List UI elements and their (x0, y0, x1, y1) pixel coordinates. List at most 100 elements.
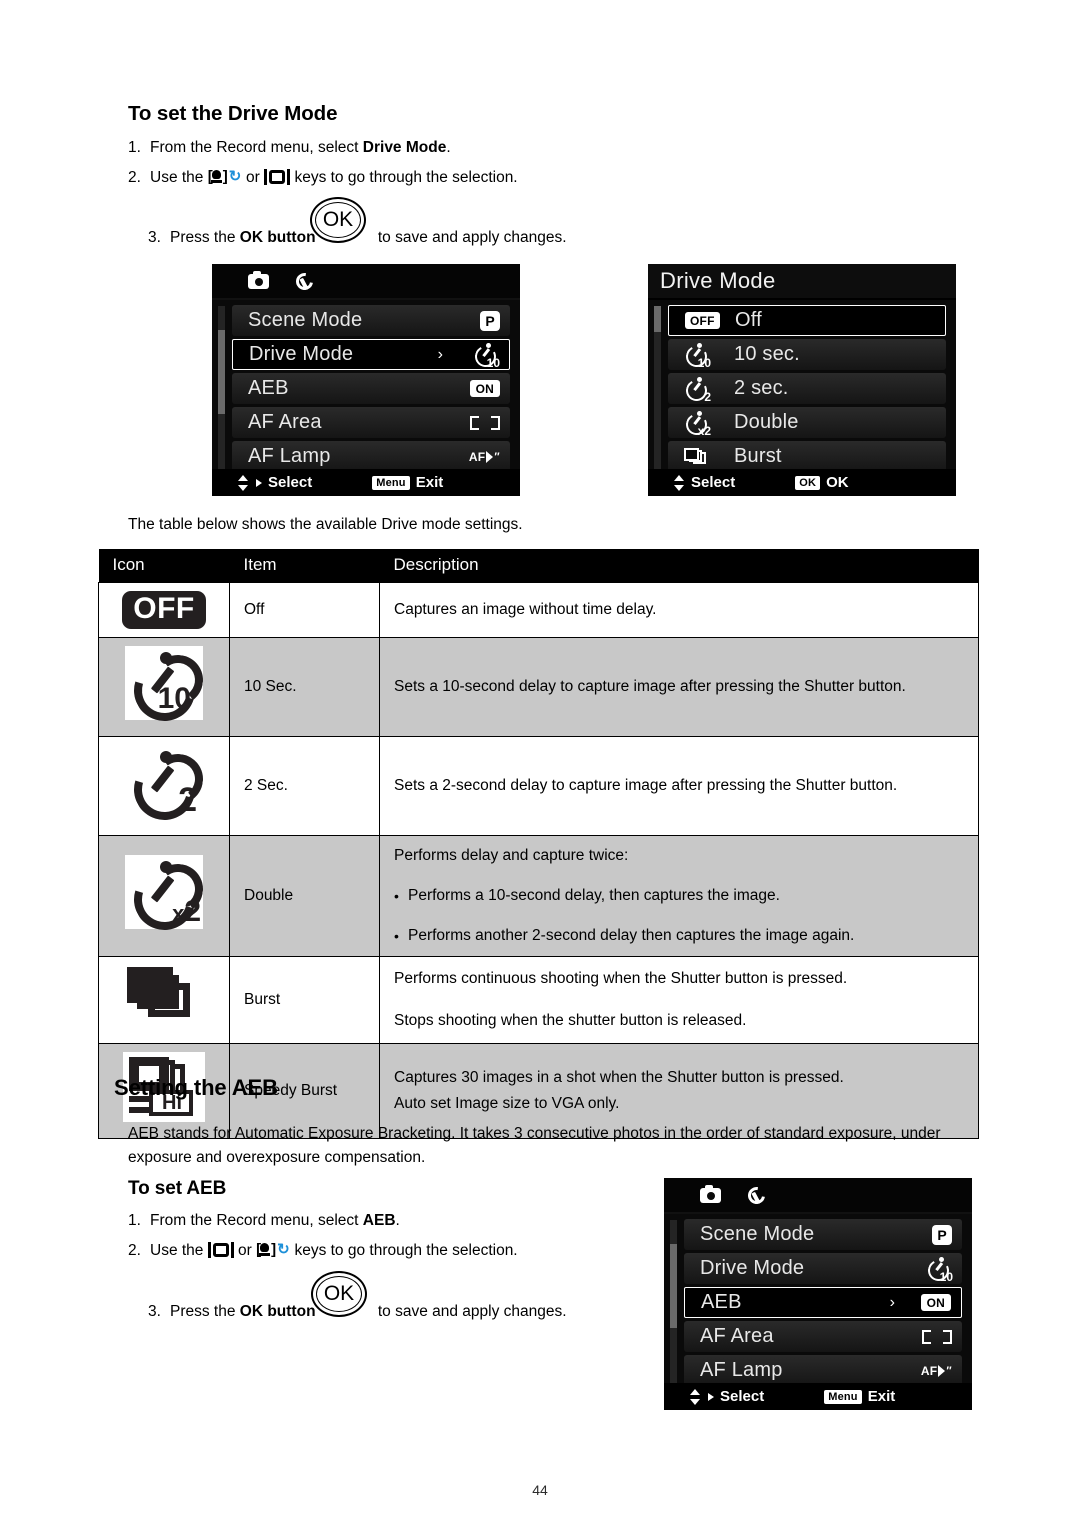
menu-item-scene-mode[interactable]: Scene Mode (684, 1219, 962, 1250)
page-number: 44 (532, 1482, 548, 1498)
options-footer: Select OK OK (648, 469, 956, 496)
menu-item-label: AF Lamp (700, 1359, 783, 1381)
step-text-mid: or (241, 169, 265, 186)
drive-mode-options-screenshot: Drive Mode OFF Off 10 10 sec. 2 2 sec. x… (648, 264, 956, 496)
menu-item-af-area[interactable]: AF Area (684, 1321, 962, 1352)
option-icon: 2 (683, 376, 724, 404)
menu-item-label: AF Area (248, 411, 322, 433)
column-header-description: Description (379, 549, 979, 583)
desc-line: Sets a 2-second delay to capture image a… (394, 777, 898, 794)
option-off[interactable]: OFF Off (668, 305, 946, 336)
footer-exit-group: Menu Exit (824, 1388, 895, 1405)
table-row: 2 2 Sec. Sets a 2-second delay to captur… (98, 736, 979, 836)
step-emphasis: AEB (362, 1212, 396, 1229)
footer-exit-label: Exit (867, 1388, 896, 1405)
desc-line: Sets a 10-second delay to capture image … (394, 678, 906, 695)
menu-footer: Select Menu Exit (212, 469, 520, 496)
options-scrollbar[interactable] (654, 306, 661, 472)
option-burst[interactable]: Burst (668, 441, 946, 472)
right-arrow-icon (708, 1392, 714, 1401)
step-number: 2. (128, 1242, 141, 1259)
menu-button-badge: Menu (824, 1389, 862, 1404)
burst-icon (124, 965, 204, 1027)
menu-item-label: Drive Mode (700, 1257, 805, 1279)
menu-scrollbar[interactable] (670, 1220, 677, 1386)
row-item: 10 Sec. (229, 637, 380, 737)
option-icon: OFF (685, 312, 725, 329)
drive-mode-table: Icon Item Description OFF Off Captures a… (98, 549, 979, 1139)
row-item: Burst (229, 956, 380, 1044)
display-key-icon (207, 1242, 234, 1258)
menu-scrollbar[interactable] (218, 306, 225, 472)
option-double[interactable]: x2 Double (668, 407, 946, 438)
menu-item-label: AEB (248, 377, 289, 399)
options-rows: OFF Off 10 10 sec. 2 2 sec. x2 Double Bu… (668, 305, 946, 472)
menu-item-scene-mode[interactable]: Scene Mode (232, 305, 510, 336)
menu-item-value (458, 310, 500, 331)
menu-item-drive-mode[interactable]: Drive Mode › 10 (232, 339, 510, 370)
menu-item-aeb[interactable]: AEB ON (232, 373, 510, 404)
desc-bullet: Performs a 10-second delay, then capture… (394, 884, 964, 908)
af-area-icon (470, 415, 500, 431)
scrollbar-thumb[interactable] (670, 1244, 677, 1328)
menu-item-value: ON (909, 1294, 951, 1311)
step-number: 3. (148, 1303, 161, 1320)
row-item: 2 Sec. (229, 736, 380, 836)
option-10-sec[interactable]: 10 10 sec. (668, 339, 946, 370)
menu-body: Scene Mode Drive Mode 10 AEB › ON AF Are… (664, 1214, 972, 1390)
drive-step-3: 3. Press the OK button to save and apply … (148, 228, 567, 247)
af-area-icon (922, 1329, 952, 1345)
option-label: Burst (734, 445, 782, 467)
footer-ok-label: OK (826, 474, 849, 491)
timer-x2-icon: x2 (683, 410, 711, 438)
scrollbar-thumb[interactable] (654, 306, 661, 332)
menu-item-af-area[interactable]: AF Area (232, 407, 510, 438)
burst-icon (684, 447, 708, 467)
row-icon-10-sec: 10 (98, 637, 230, 737)
menu-item-value (910, 1329, 952, 1345)
chevron-right-icon: › (437, 345, 443, 363)
menu-item-af-lamp[interactable]: AF Lamp AF ″ (684, 1355, 962, 1386)
wrench-icon[interactable] (745, 1186, 765, 1204)
row-description: Sets a 2-second delay to capture image a… (379, 736, 979, 836)
column-header-icon: Icon (98, 549, 230, 583)
menu-item-label: Scene Mode (700, 1223, 815, 1245)
camera-icon[interactable] (700, 1184, 721, 1203)
menu-tab-bar (664, 1178, 972, 1214)
aeb-paragraph: AEB stands for Automatic Exposure Bracke… (128, 1122, 958, 1170)
scrollbar-thumb[interactable] (218, 330, 225, 414)
option-2-sec[interactable]: 2 2 sec. (668, 373, 946, 404)
af-lamp-icon: AF ″ (468, 449, 500, 464)
af-lamp-icon: AF ″ (920, 1363, 952, 1378)
step-text: Use the (150, 1242, 208, 1259)
off-icon: OFF (122, 591, 206, 629)
menu-item-drive-mode[interactable]: Drive Mode 10 (684, 1253, 962, 1284)
timer-2-icon: 2 (683, 376, 711, 404)
row-icon-off: OFF (98, 582, 230, 638)
row-icon-2-sec: 2 (98, 736, 230, 836)
up-down-arrow-icon (690, 1388, 701, 1405)
step-text-tail: keys to go through the selection. (290, 169, 518, 186)
aeb-step-1: 1. From the Record menu, select AEB. (128, 1211, 400, 1230)
option-label: 2 sec. (734, 377, 789, 399)
menu-item-aeb[interactable]: AEB › ON (684, 1287, 962, 1318)
menu-item-af-lamp[interactable]: AF Lamp AF ″ (232, 441, 510, 472)
aeb-on-badge: ON (469, 380, 500, 397)
step-text: Press the (170, 229, 240, 246)
wrench-icon[interactable] (293, 272, 313, 290)
aeb-menu-screenshot: Scene Mode Drive Mode 10 AEB › ON AF Are… (664, 1178, 972, 1410)
off-badge-icon: OFF (685, 312, 720, 329)
footer-select-label: Select (268, 474, 313, 491)
menu-tab-bar (212, 264, 520, 300)
display-key-icon (264, 169, 291, 185)
step-number: 1. (128, 1212, 141, 1229)
camera-icon[interactable] (248, 270, 269, 289)
ok-button-badge: OK (795, 475, 821, 490)
aeb-on-badge: ON (920, 1294, 951, 1311)
timer-2-icon: 2 (123, 745, 207, 831)
menu-body: Scene Mode Drive Mode › 10 AEB ON AF Are… (212, 300, 520, 476)
record-menu-screenshot: Scene Mode Drive Mode › 10 AEB ON AF Are… (212, 264, 520, 496)
option-label: 10 sec. (734, 343, 800, 365)
step-emphasis: OK button (239, 1303, 316, 1320)
footer-exit-label: Exit (415, 474, 444, 491)
